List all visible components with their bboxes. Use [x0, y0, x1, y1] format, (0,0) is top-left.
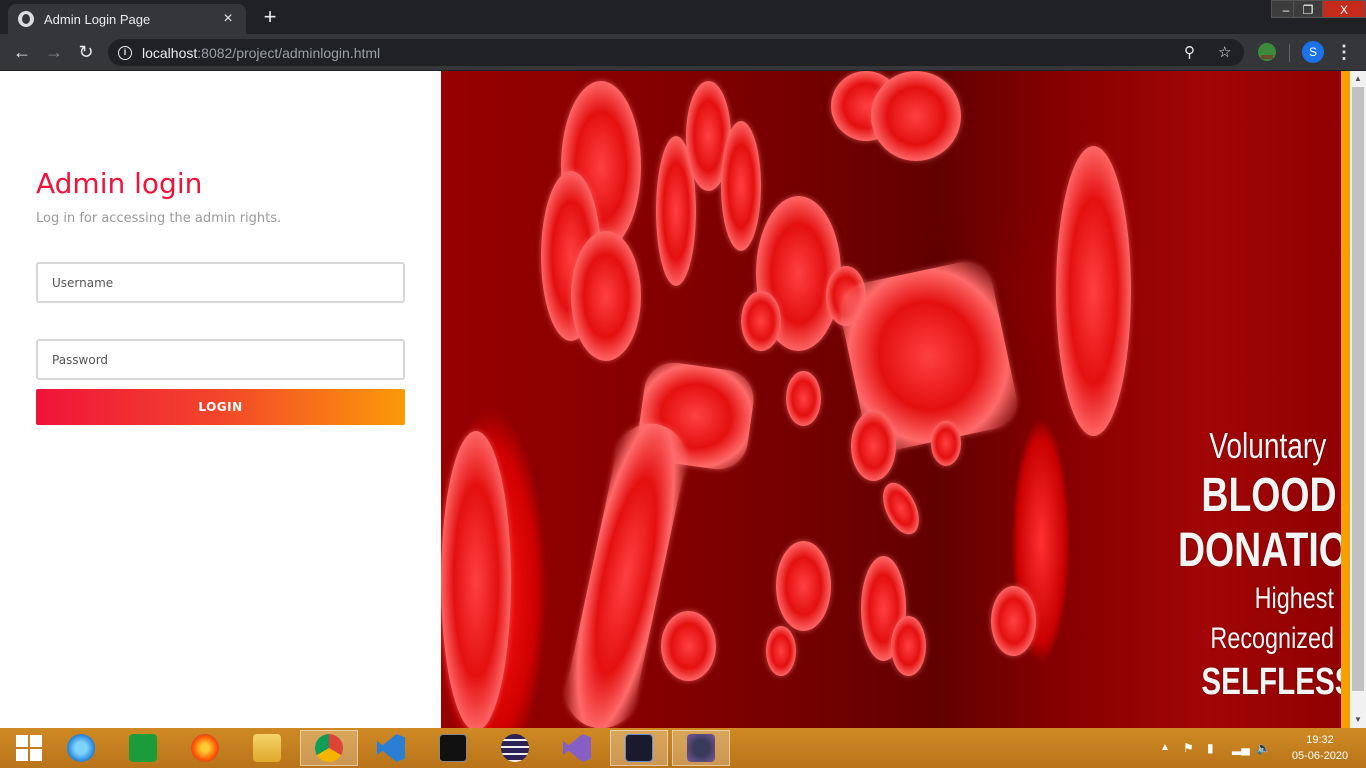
vertical-scrollbar[interactable]: ▲ ▼ [1350, 71, 1366, 728]
blood-cell [571, 231, 641, 361]
network-signal-icon[interactable]: ▂▄ [1232, 728, 1250, 768]
blood-cell [851, 411, 896, 481]
slogan-line-voluntary: Voluntary [1209, 425, 1327, 466]
blood-cell [871, 71, 961, 161]
vscode-icon[interactable] [362, 730, 420, 766]
clock-date: 05-06-2020 [1291, 750, 1349, 762]
mysql-shell-icon[interactable] [610, 730, 668, 766]
blood-cell [441, 431, 511, 728]
browser-tab-bar: Admin Login Page × + – ❐ X [0, 0, 1366, 34]
battery-icon[interactable]: ▮ [1207, 728, 1214, 768]
login-title: Admin login [36, 167, 203, 200]
blood-cell [1056, 146, 1131, 436]
blood-cell [559, 417, 693, 728]
restore-button[interactable]: ❐ [1293, 0, 1323, 18]
blood-cell [875, 477, 927, 540]
blood-cell [721, 121, 761, 251]
blood-cell [891, 616, 926, 676]
volume-icon[interactable]: 🔈 [1256, 728, 1271, 768]
firefox-icon[interactable] [176, 730, 234, 766]
clock-time: 19:32 [1306, 734, 1334, 746]
store-icon[interactable] [114, 730, 172, 766]
internet-explorer-icon[interactable] [52, 730, 110, 766]
url-path: :8082/project/adminlogin.html [197, 44, 381, 61]
tab-title: Admin Login Page [44, 11, 151, 27]
visual-studio-icon[interactable] [548, 730, 606, 766]
action-center-flag-icon[interactable]: ⚑ [1183, 728, 1194, 768]
blood-cell [766, 626, 796, 676]
reload-icon[interactable]: ↻ [74, 40, 98, 64]
slogan-line-blood: BLOOD [1201, 469, 1337, 522]
login-button[interactable]: LOGIN [36, 389, 405, 425]
taskbar-clock[interactable]: 19:32 05-06-2020 [1285, 732, 1355, 764]
close-window-button[interactable]: X [1322, 0, 1366, 18]
blood-cell [661, 611, 716, 681]
java-ee-ide-icon[interactable] [672, 730, 730, 766]
username-input[interactable] [36, 262, 405, 303]
back-arrow-icon[interactable]: ← [10, 40, 34, 64]
slogan-line-donation: DONATION [1178, 524, 1341, 577]
blood-cell [786, 371, 821, 426]
info-icon[interactable]: i [118, 45, 132, 60]
scroll-down-icon[interactable]: ▼ [1350, 714, 1366, 726]
blood-donation-slogan: Voluntary BLOOD DONATION Highest Recogni… [1178, 423, 1341, 705]
file-explorer-icon[interactable] [238, 730, 296, 766]
browser-toolbar: ← → ↻ i localhost:8082/project/adminlogi… [0, 34, 1366, 71]
tab-close-icon[interactable]: × [220, 10, 236, 28]
browser-tab[interactable]: Admin Login Page × [8, 4, 246, 34]
password-input[interactable] [36, 339, 405, 380]
new-tab-button[interactable]: + [259, 6, 281, 28]
scrollbar-thumb[interactable] [1352, 87, 1364, 691]
tray-overflow-icon[interactable]: ▲ [1160, 728, 1170, 768]
address-bar[interactable]: i localhost:8082/project/adminlogin.html… [108, 39, 1244, 66]
page-accent-bar [1341, 71, 1350, 728]
toolbar-separator [1289, 44, 1290, 62]
blood-donation-banner: Voluntary BLOOD DONATION Highest Recogni… [441, 71, 1341, 728]
extension-tree-icon[interactable] [1258, 43, 1276, 61]
forward-arrow-icon[interactable]: → [42, 40, 66, 64]
command-prompt-icon[interactable] [424, 730, 482, 766]
scroll-up-icon[interactable]: ▲ [1350, 73, 1366, 85]
chrome-icon[interactable] [300, 730, 358, 766]
login-subtitle: Log in for accessing the admin rights. [36, 211, 282, 226]
blood-cell [776, 541, 831, 631]
start-button[interactable] [0, 730, 58, 766]
blood-cell [741, 291, 781, 351]
zoom-icon[interactable]: ⚲ [1184, 39, 1195, 66]
profile-avatar[interactable]: S [1302, 41, 1324, 63]
bookmark-star-icon[interactable]: ☆ [1218, 39, 1231, 66]
page-content: Admin login Log in for accessing the adm… [0, 71, 1366, 728]
blood-cell [931, 421, 961, 466]
windows-logo-icon [16, 735, 42, 761]
blood-cell [991, 586, 1036, 656]
slogan-line-selfless: SELFLESS VALOUR! [1201, 661, 1341, 703]
slogan-line-highest: Highest Recognized [1210, 582, 1334, 655]
eclipse-icon[interactable] [486, 730, 544, 766]
login-panel: Admin login Log in for accessing the adm… [0, 71, 441, 728]
url-host: localhost [142, 44, 198, 61]
windows-taskbar: ▲ ⚑ ▮ ▂▄ 🔈 19:32 05-06-2020 [0, 728, 1366, 768]
more-menu-icon[interactable]: ⋮ [1334, 40, 1354, 64]
globe-icon [18, 11, 34, 27]
